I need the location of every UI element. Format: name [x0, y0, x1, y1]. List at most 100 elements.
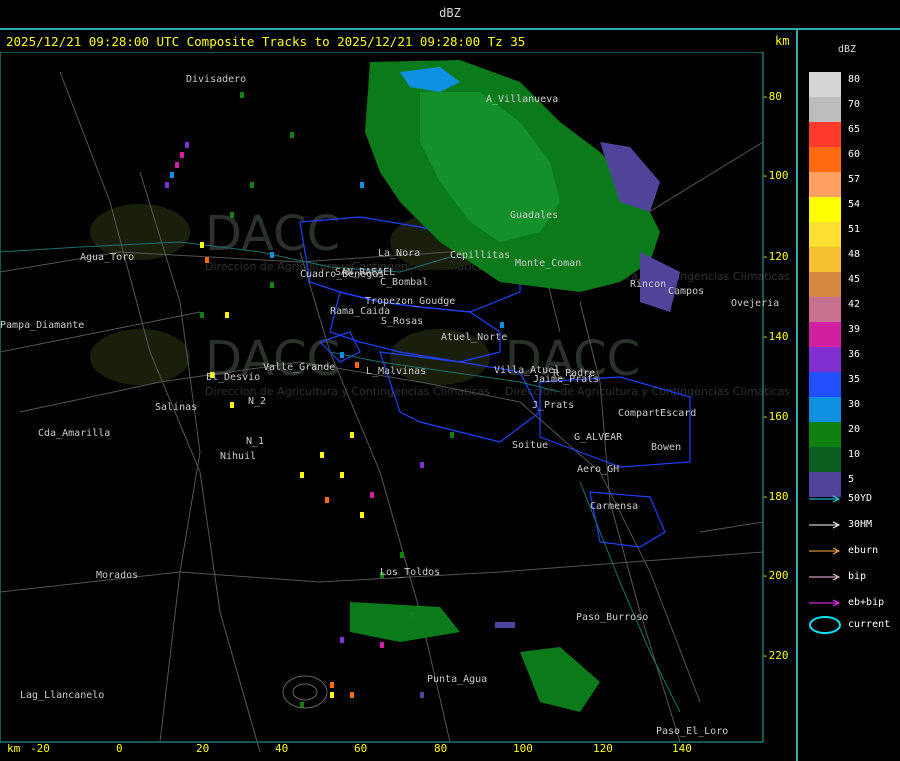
y-tick-label: -220	[762, 649, 789, 662]
x-tick-label: 40	[275, 742, 289, 755]
timestamp-header: 2025/12/21 09:28:00 UTC Composite Tracks…	[6, 34, 526, 49]
place-label: Guadales	[510, 210, 558, 221]
place-label: Rincon	[630, 279, 666, 290]
legend-swatch-label: 5	[848, 474, 855, 485]
legend-swatch-label: 42	[848, 299, 861, 310]
place-label: Campos	[668, 286, 704, 297]
y-tick-label: -160	[762, 410, 789, 423]
legend-swatch-label: 65	[848, 124, 861, 135]
place-label: N_1	[246, 436, 264, 447]
x-tick-label: 60	[354, 742, 368, 755]
legend-track-label: 50YD	[848, 493, 873, 504]
place-label: Nihuil	[220, 451, 256, 462]
place-label: Salinas	[155, 402, 197, 413]
legend-swatch-label: 48	[848, 249, 861, 260]
legend-swatch-label: 20	[848, 424, 861, 435]
legend-title: dBZ	[838, 44, 857, 55]
radar-map-canvas[interactable]: DACC Direccion de Agricultura y Continge…	[0, 52, 796, 761]
legend-swatch-label: 45	[848, 274, 861, 285]
current-track-icon	[809, 616, 841, 634]
legend-swatch	[809, 147, 841, 172]
legend-track-label: bip	[848, 571, 867, 582]
place-label: Paso_El_Loro	[656, 726, 728, 737]
legend-track-line	[809, 573, 841, 581]
place-label: Lag_Llancanelo	[20, 690, 104, 701]
legend-track-label: 30HM	[848, 519, 873, 530]
legend-swatch	[809, 422, 841, 447]
y-tick-label: -200	[762, 569, 789, 582]
legend-track-line	[809, 547, 841, 555]
place-label: S_Rosas	[381, 316, 423, 327]
place-label: Punta_Agua	[427, 674, 487, 685]
y-tick-label: -80	[762, 90, 782, 103]
place-label: Bowen	[651, 442, 681, 453]
x-tick-label: 80	[434, 742, 448, 755]
legend-swatch	[809, 197, 841, 222]
legend-swatch	[809, 397, 841, 422]
place-label: Pampa_Diamante	[0, 320, 84, 331]
legend-swatch	[809, 122, 841, 147]
x-axis-unit: km	[7, 742, 21, 755]
x-tick-label: 100	[513, 742, 533, 755]
watermark-sub-3: Direccion de Agricultura y Contingencias…	[505, 385, 790, 398]
y-tick-label: -140	[762, 330, 789, 343]
legend-swatch	[809, 322, 841, 347]
legend-panel: dBZ 80 70 65 60 57 54 51 48 45 42 39 36 35 30 20 10 5 50…	[798, 30, 900, 761]
x-tick-label: 140	[672, 742, 692, 755]
place-label: N_2	[248, 396, 266, 407]
place-label: Atuel_Norte	[441, 332, 507, 343]
legend-track-line	[809, 521, 841, 529]
legend-track-line	[809, 599, 841, 607]
y-tick-label: -120	[762, 250, 789, 263]
legend-swatch	[809, 297, 841, 322]
legend-swatch	[809, 347, 841, 372]
legend-swatch-label: 10	[848, 449, 861, 460]
x-tick-label: -20	[30, 742, 50, 755]
radar-map[interactable]: DACC Direccion de Agricultura y Continge…	[0, 52, 796, 761]
place-label: Valle_Grande	[263, 362, 335, 373]
place-label: Cepillitas	[450, 250, 510, 261]
place-label: Carmensa	[590, 501, 638, 512]
current-track-label: current	[848, 619, 891, 630]
legend-swatch-label: 36	[848, 349, 861, 360]
x-tick-label: 20	[196, 742, 210, 755]
place-label: Aero_GH	[577, 464, 619, 475]
x-axis: km -20 0 20 40 60 80 100 120 140	[0, 739, 796, 761]
place-label: Soitue	[512, 440, 548, 451]
y-tick-label: -100	[762, 169, 789, 182]
legend-swatch	[809, 222, 841, 247]
legend-swatch-label: 60	[848, 149, 861, 160]
place-label: Divisadero	[186, 74, 246, 85]
km-unit-label: km	[775, 34, 790, 48]
place-label: A_Villanueva	[486, 94, 558, 105]
legend-swatch	[809, 272, 841, 297]
place-label: Ovejeria	[731, 298, 779, 309]
legend-swatch	[809, 247, 841, 272]
place-label: Morados	[96, 570, 138, 581]
place-label: Jaime_Prats	[533, 374, 599, 385]
legend-swatch	[809, 372, 841, 397]
legend-swatch-label: 51	[848, 224, 861, 235]
legend-swatch-label: 80	[848, 74, 861, 85]
legend-swatch	[809, 172, 841, 197]
header-bar: 2025/12/21 09:28:00 UTC Composite Tracks…	[0, 30, 796, 52]
legend-swatch-label: 70	[848, 99, 861, 110]
place-label: Paso_Burroso	[576, 612, 648, 623]
place-label: Monte_Coman	[515, 258, 581, 269]
window-titlebar: dBZ	[0, 0, 900, 30]
place-label: La_Nora	[378, 248, 420, 259]
legend-track-label: eb+bip	[848, 597, 885, 608]
x-tick-label: 120	[593, 742, 613, 755]
y-tick-label: -180	[762, 490, 789, 503]
place-label: El_Desvio	[206, 372, 260, 383]
legend-swatch-label: 57	[848, 174, 861, 185]
place-label: G_ALVEAR	[574, 432, 623, 443]
legend-track-label: eburn	[848, 545, 879, 556]
place-label: Tropezon_Goudge	[365, 296, 455, 307]
legend-swatch	[809, 447, 841, 472]
legend-swatch	[809, 72, 841, 97]
legend-swatch	[809, 97, 841, 122]
place-label: CompartEscard	[618, 408, 696, 419]
window-title: dBZ	[439, 6, 461, 20]
legend-track-line	[809, 495, 841, 503]
